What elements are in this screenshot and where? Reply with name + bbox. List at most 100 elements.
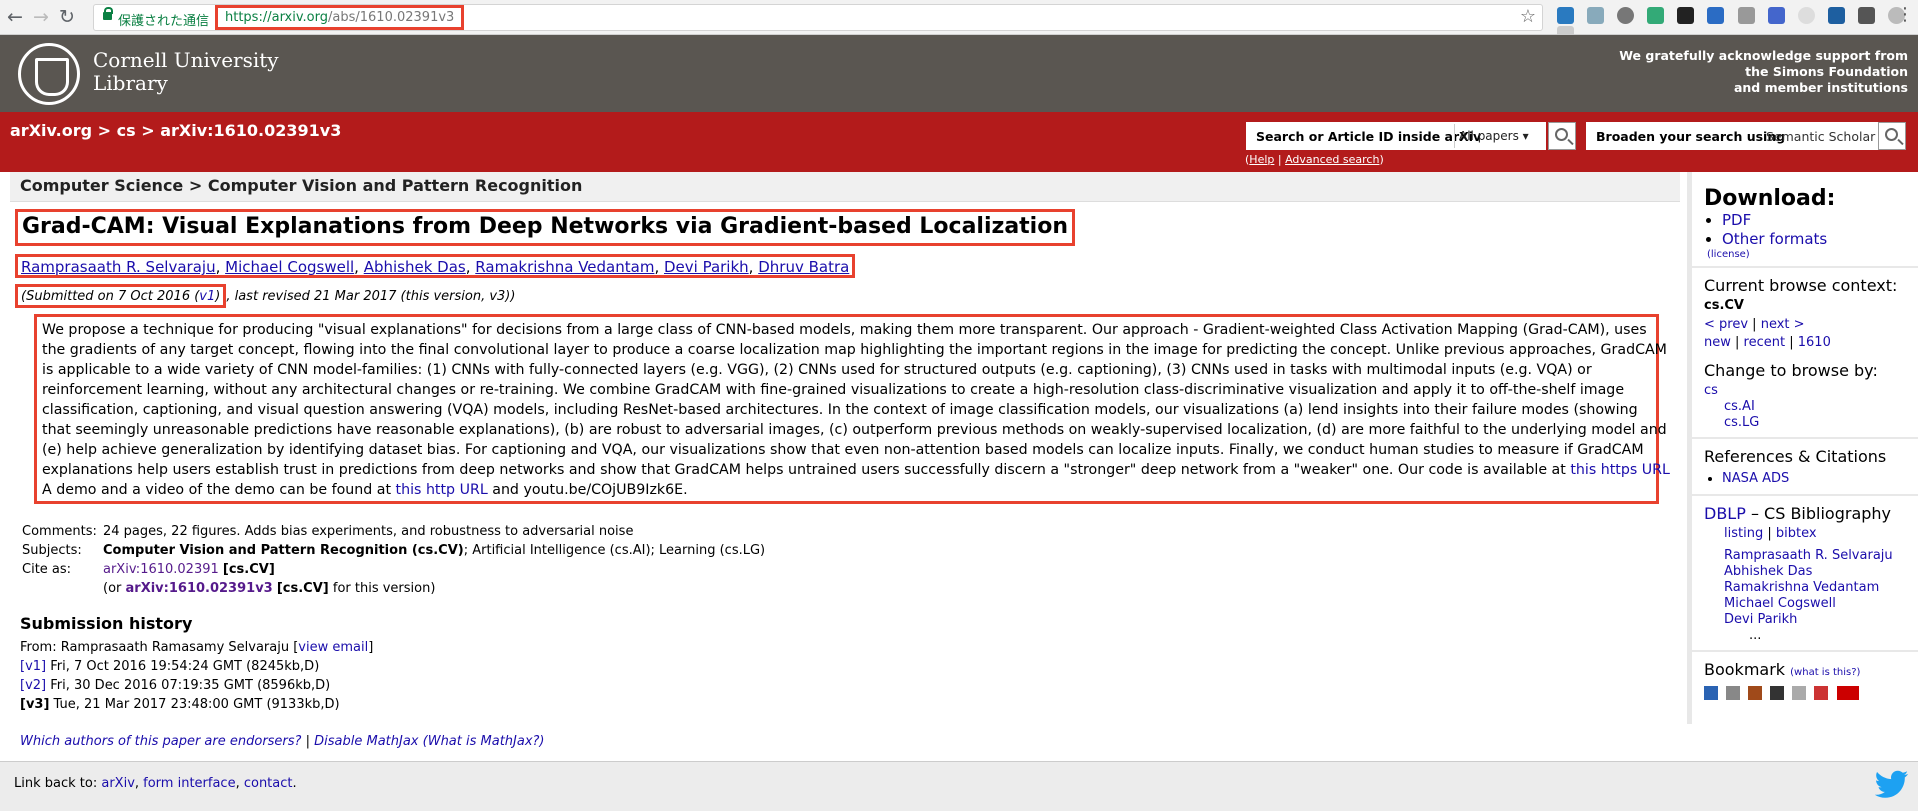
dblp-author-link[interactable]: Ramprasaath R. Selvaraju <box>1724 548 1893 563</box>
current-version: [v3] <box>20 697 50 712</box>
dblp-author-link[interactable]: Abhishek Das <box>1724 564 1812 579</box>
author-link[interactable]: Abhishek Das <box>364 258 466 276</box>
help-link[interactable]: Help <box>1249 153 1274 166</box>
version-link[interactable]: [v1] <box>20 659 46 674</box>
reload-icon[interactable]: ↻ <box>56 6 78 28</box>
connotea-icon[interactable] <box>1748 685 1763 700</box>
cornell-library-title[interactable]: Cornell University Library <box>93 49 279 95</box>
delicious-icon[interactable] <box>1770 685 1785 700</box>
address-bar[interactable]: 保護された通信 https://arxiv.org/abs/1610.02391… <box>93 4 1543 31</box>
next-link[interactable]: next > <box>1761 317 1805 332</box>
dblp-links: listing | bibtex <box>1724 526 1910 542</box>
comments-label: Comments: <box>22 524 97 539</box>
submission-dates: (Submitted on 7 Oct 2016 (v1), last revi… <box>15 284 515 308</box>
citeulike-icon[interactable] <box>1726 685 1741 700</box>
dblp-authors: Ramprasaath R. Selvaraju Abhishek Das Ra… <box>1724 548 1910 644</box>
footer-contact-link[interactable]: contact <box>244 776 293 791</box>
url-text[interactable]: https://arxiv.org/abs/1610.02391v3 <box>215 5 465 30</box>
cite-row: Cite as: arXiv:1610.02391 [cs.CV] <box>22 560 765 579</box>
extension-icon[interactable] <box>1647 7 1665 24</box>
author-link[interactable]: Ramakrishna Vedantam <box>475 258 654 276</box>
dblp-author-link[interactable]: Devi Parikh <box>1724 612 1797 627</box>
search-button[interactable] <box>1548 122 1576 150</box>
disable-mathjax-link[interactable]: Disable MathJax <box>314 734 418 749</box>
extension-icon[interactable] <box>1707 7 1725 24</box>
author-link[interactable]: Dhruv Batra <box>758 258 849 276</box>
abstract-line: We propose a technique for producing "vi… <box>42 322 1647 338</box>
broaden-value: Semantic Scholar <box>1766 129 1876 144</box>
cite-version-link[interactable]: arXiv:1610.02391v3 <box>126 581 273 596</box>
cornell-header: Cornell University Library We gratefully… <box>0 35 1918 112</box>
new-link[interactable]: new <box>1704 335 1731 350</box>
author-link[interactable]: Ramprasaath R. Selvaraju <box>21 258 216 276</box>
extension-icon[interactable] <box>1587 7 1605 24</box>
arxiv-header: arXiv.org > cs > arXiv:1610.02391v3 Sear… <box>0 112 1918 172</box>
dblp-author-link[interactable]: Ramakrishna Vedantam <box>1724 580 1879 595</box>
author-link[interactable]: Devi Parikh <box>664 258 749 276</box>
dblp-listing-link[interactable]: listing <box>1724 526 1763 541</box>
search-input[interactable]: Search or Article ID inside arXiv All pa… <box>1246 122 1546 150</box>
endorsers-link[interactable]: Which authors of this paper are endorser… <box>20 734 301 749</box>
breadcrumb-arxiv[interactable]: arXiv.org <box>10 121 92 140</box>
cite-id-link[interactable]: arXiv:1610.02391 <box>103 562 219 577</box>
pdf-link[interactable]: PDF <box>1722 211 1751 229</box>
version-link[interactable]: [v2] <box>20 678 46 693</box>
license-link[interactable]: (license) <box>1707 249 1750 260</box>
context-heading: Current browse context: <box>1704 276 1898 295</box>
search-scope-select[interactable]: All papers ▾ <box>1454 124 1544 148</box>
forward-icon[interactable]: → <box>30 6 52 28</box>
extension-icon[interactable] <box>1857 7 1875 24</box>
browse-cs-lg-link[interactable]: cs.LG <box>1724 415 1759 430</box>
abstract-last-line: A demo and a video of the demo can be fo… <box>42 480 1651 500</box>
month-link[interactable]: 1610 <box>1798 335 1831 350</box>
code-url-link[interactable]: this https URL <box>1570 462 1670 478</box>
what-is-this-link[interactable]: (what is this?) <box>1790 667 1860 678</box>
dblp-bibtex-link[interactable]: bibtex <box>1776 526 1817 541</box>
cornell-seal-logo[interactable] <box>18 43 80 105</box>
abstract-line-with-link: explanations help users establish trust … <box>42 460 1670 480</box>
browse-by-row: cs <box>1704 383 1910 399</box>
dblp-author-row: Devi Parikh <box>1724 612 1910 628</box>
reddit-icon[interactable] <box>1814 685 1829 700</box>
other-formats-link[interactable]: Other formats <box>1722 230 1827 248</box>
abstract-line: reinforcement learning, without any arch… <box>42 382 1625 398</box>
dblp-link[interactable]: DBLP <box>1704 504 1746 523</box>
extension-icon[interactable] <box>1617 7 1635 24</box>
breadcrumb-sep: > <box>141 121 155 140</box>
breadcrumb-cs[interactable]: cs <box>117 121 136 140</box>
broaden-search-input[interactable]: Broaden your search using Semantic Schol… <box>1586 122 1906 150</box>
search-icon <box>1555 128 1568 141</box>
extension-icon[interactable] <box>1827 7 1845 24</box>
browse-cs-link[interactable]: cs <box>1704 383 1718 398</box>
footer-arxiv-link[interactable]: arXiv <box>101 776 135 791</box>
advanced-search-link[interactable]: Advanced search <box>1285 153 1379 166</box>
nasa-ads-link[interactable]: NASA ADS <box>1722 471 1789 486</box>
prev-link[interactable]: < prev <box>1704 317 1748 332</box>
extension-icon[interactable] <box>1737 7 1755 24</box>
extension-icon[interactable] <box>1767 7 1785 24</box>
twitter-icon[interactable] <box>1875 770 1909 800</box>
extension-icon[interactable] <box>1677 7 1695 24</box>
back-icon[interactable]: ← <box>4 6 26 28</box>
footer-form-link[interactable]: form interface <box>143 776 235 791</box>
url-path: /abs/1610.02391v3 <box>328 10 455 25</box>
org-line-1: Cornell University <box>93 48 279 72</box>
abstract-line: is applicable to a wide variety of CNN m… <box>42 362 1592 378</box>
view-email-link[interactable]: view email <box>298 640 368 655</box>
bookmark-star-icon[interactable]: ☆ <box>1520 6 1536 27</box>
footer-links: Link back to: arXiv, form interface, con… <box>14 776 297 791</box>
broaden-search-button[interactable] <box>1878 122 1906 150</box>
author-link[interactable]: Michael Cogswell <box>225 258 354 276</box>
demo-url-link[interactable]: this http URL <box>396 482 488 498</box>
bibsonomy-icon[interactable] <box>1704 685 1718 700</box>
digg-icon[interactable] <box>1792 685 1807 700</box>
extension-icon[interactable] <box>1557 7 1574 24</box>
sciencewise-icon[interactable] <box>1836 685 1859 700</box>
v1-link[interactable]: v1 <box>199 289 215 304</box>
what-is-mathjax-link[interactable]: (What is MathJax?) <box>423 734 545 749</box>
recent-link[interactable]: recent <box>1744 335 1786 350</box>
dblp-author-link[interactable]: Michael Cogswell <box>1724 596 1836 611</box>
browse-cs-ai-link[interactable]: cs.AI <box>1724 399 1755 414</box>
browser-menu-icon[interactable]: ⋮ <box>1896 4 1914 25</box>
extension-icon[interactable] <box>1797 7 1815 24</box>
